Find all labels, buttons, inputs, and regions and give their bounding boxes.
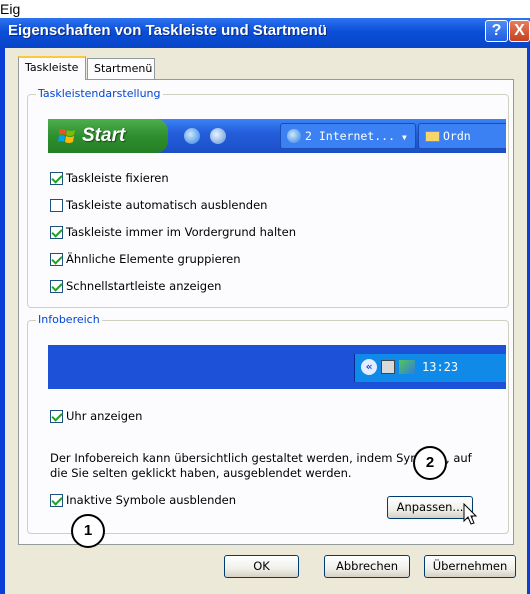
taskbar-button-internet: 2 Internet... ▼ (280, 123, 416, 149)
option-label: Taskleiste automatisch ausblenden (66, 198, 268, 212)
start-button-preview: Start (48, 119, 168, 153)
checkbox[interactable] (50, 253, 63, 266)
show-hidden-icons-icon: « (361, 359, 377, 375)
security-icon (399, 360, 415, 374)
taskbar-appearance-group: Taskleistendarstellung Start 2 Internet.… (27, 87, 509, 308)
apply-button[interactable]: Übernehmen (424, 555, 516, 578)
callout-2: 2 (413, 446, 447, 480)
notification-area-group: Infobereich « 13:23 Uhr anzeigen Der Inf… (27, 313, 509, 534)
taskbar-button-folder-label: Ordn (443, 129, 471, 143)
dialog-client-area: Taskleiste Startmenü Taskleistendarstell… (5, 48, 527, 594)
option-lock-taskbar[interactable]: Taskleiste fixieren (50, 171, 169, 187)
taskbar-button-internet-label: 2 Internet... (305, 129, 396, 143)
notification-area-preview: « 13:23 (48, 345, 506, 389)
clock: 13:23 (422, 360, 459, 374)
title-bar[interactable]: Eigenschaften von Taskleiste und Startme… (0, 18, 530, 48)
network-icon (381, 360, 395, 374)
option-label: Ähnliche Elemente gruppieren (66, 252, 241, 266)
start-label: Start (82, 125, 126, 146)
checkbox[interactable] (50, 494, 63, 507)
close-button[interactable]: X (509, 20, 530, 42)
option-label: Inaktive Symbole ausblenden (66, 493, 237, 507)
taskbar-appearance-legend: Taskleistendarstellung (36, 87, 163, 100)
system-tray: « 13:23 (354, 354, 506, 382)
option-label: Schnellstartleiste anzeigen (66, 279, 222, 293)
option-autohide-taskbar[interactable]: Taskleiste automatisch ausblenden (50, 198, 267, 214)
ok-button[interactable]: OK (224, 555, 299, 578)
tab-taskleiste[interactable]: Taskleiste (18, 56, 86, 80)
callout-1: 1 (71, 514, 105, 548)
customize-button[interactable]: Anpassen... (387, 496, 473, 519)
notification-area-legend: Infobereich (36, 313, 102, 326)
option-label: Taskleiste fixieren (66, 171, 169, 185)
taskbar-button-folder: Ordn (418, 123, 506, 149)
top-clip-text: Eig (0, 1, 21, 17)
internet-explorer-icon (287, 129, 301, 143)
help-button[interactable]: ? (485, 20, 508, 42)
taskbar-preview: Start 2 Internet... ▼ Ordn (48, 119, 506, 153)
properties-dialog: Eigenschaften von Taskleiste und Startme… (0, 18, 530, 594)
mouse-cursor-icon (463, 503, 478, 525)
option-quick-launch[interactable]: Schnellstartleiste anzeigen (50, 279, 221, 295)
checkbox[interactable] (50, 226, 63, 239)
option-show-clock[interactable]: Uhr anzeigen (50, 409, 142, 425)
tab-startmenu[interactable]: Startmenü (87, 58, 155, 79)
checkbox[interactable] (50, 172, 63, 185)
option-label: Taskleiste immer im Vordergrund halten (66, 225, 297, 239)
option-group-similar[interactable]: Ähnliche Elemente gruppieren (50, 252, 241, 268)
window-title: Eigenschaften von Taskleiste und Startme… (8, 22, 327, 39)
checkbox[interactable] (50, 280, 63, 293)
option-label: Uhr anzeigen (66, 409, 143, 423)
option-hide-inactive-icons[interactable]: Inaktive Symbole ausblenden (50, 493, 236, 509)
windows-logo-icon (58, 129, 75, 143)
checkbox[interactable] (50, 199, 63, 212)
folder-icon (425, 131, 440, 142)
option-taskbar-on-top[interactable]: Taskleiste immer im Vordergrund halten (50, 225, 296, 241)
cancel-button[interactable]: Abbrechen (324, 555, 410, 578)
internet-explorer-icon (184, 128, 200, 144)
checkbox[interactable] (50, 410, 63, 423)
dropdown-arrow-icon: ▼ (401, 133, 407, 142)
media-player-icon (210, 128, 226, 144)
